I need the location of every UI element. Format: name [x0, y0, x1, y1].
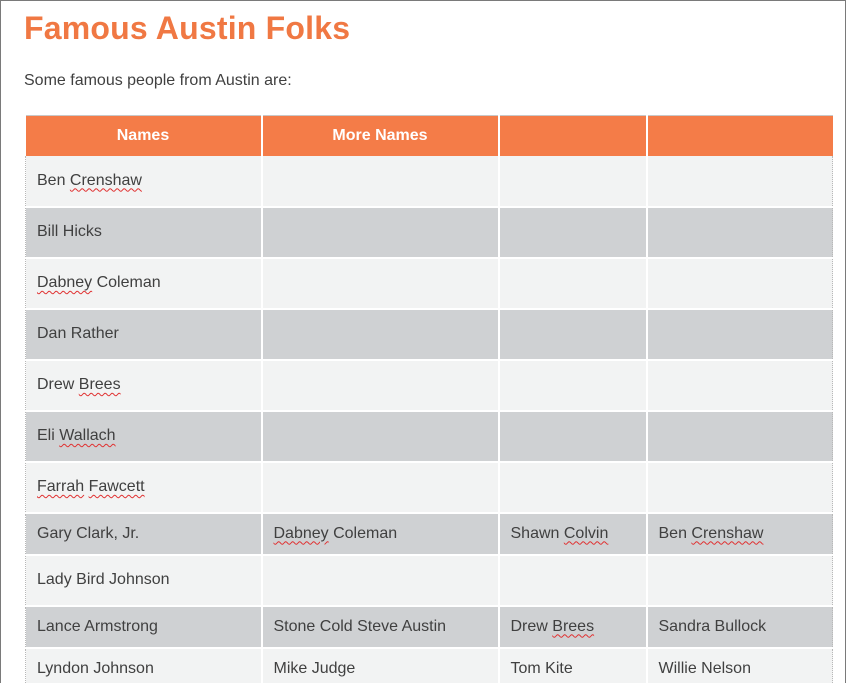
cell-text: Coleman: [329, 525, 397, 542]
table-row: Bill Hicks: [26, 207, 833, 258]
table-cell[interactable]: [262, 207, 499, 258]
table-cell[interactable]: [499, 411, 647, 462]
cell-text: Drew: [511, 618, 553, 635]
page-title: Famous Austin Folks: [24, 10, 350, 47]
table-cell[interactable]: [499, 309, 647, 360]
table-cell[interactable]: Willie Nelson: [647, 648, 833, 683]
table-cell[interactable]: [647, 156, 833, 207]
table-cell[interactable]: [499, 360, 647, 411]
spelling-flagged-word: Wallach: [59, 427, 115, 444]
table-cell[interactable]: [499, 555, 647, 606]
cell-text: Stone Cold Steve Austin: [274, 618, 447, 635]
table-cell[interactable]: Lady Bird Johnson: [26, 555, 262, 606]
table-cell[interactable]: [262, 156, 499, 207]
header-column-3: [499, 116, 647, 156]
cell-text: Shawn: [511, 525, 564, 542]
table-cell[interactable]: [262, 309, 499, 360]
table-cell[interactable]: Sandra Bullock: [647, 606, 833, 648]
table-header-row: Names More Names: [26, 116, 833, 156]
table-cell[interactable]: Dabney Coleman: [262, 513, 499, 555]
table-cell[interactable]: [262, 258, 499, 309]
table-row: Eli Wallach: [26, 411, 833, 462]
table-cell[interactable]: [647, 555, 833, 606]
document-page: Famous Austin Folks Some famous people f…: [0, 0, 846, 683]
header-more-names: More Names: [262, 116, 499, 156]
spelling-flagged-word: Farrah: [37, 478, 84, 495]
table-cell[interactable]: Ben Crenshaw: [647, 513, 833, 555]
cell-text: Eli: [37, 427, 59, 444]
table-row: Drew Brees: [26, 360, 833, 411]
table-row: Lance Armstrong Stone Cold Steve Austin Dr…: [26, 606, 833, 648]
table-body: Ben Crenshaw Bill Hicks Dabney Coleman Dan …: [26, 156, 833, 683]
spelling-flagged-word: Dabney: [37, 274, 92, 291]
spelling-flagged-word: Brees: [79, 376, 121, 393]
table-cell[interactable]: Dan Rather: [26, 309, 262, 360]
table-cell[interactable]: [499, 156, 647, 207]
table-cell[interactable]: [647, 462, 833, 513]
spelling-flagged-word: Fawcett: [89, 478, 145, 495]
cell-text: Ben: [659, 525, 692, 542]
table-cell[interactable]: Drew Brees: [26, 360, 262, 411]
table-cell[interactable]: Eli Wallach: [26, 411, 262, 462]
table-cell[interactable]: Drew Brees: [499, 606, 647, 648]
table-cell[interactable]: [647, 411, 833, 462]
table-cell[interactable]: Dabney Coleman: [26, 258, 262, 309]
table-cell[interactable]: Stone Cold Steve Austin: [262, 606, 499, 648]
table-cell[interactable]: Mike Judge: [262, 648, 499, 683]
table-cell[interactable]: [262, 360, 499, 411]
table-cell[interactable]: [499, 207, 647, 258]
table-cell[interactable]: Shawn Colvin: [499, 513, 647, 555]
table-cell[interactable]: Bill Hicks: [26, 207, 262, 258]
cell-text: Lance Armstrong: [37, 618, 158, 635]
table-row: Dabney Coleman: [26, 258, 833, 309]
table-cell[interactable]: [647, 207, 833, 258]
table-cell[interactable]: [262, 462, 499, 513]
table-cell[interactable]: Lance Armstrong: [26, 606, 262, 648]
table-cell[interactable]: Ben Crenshaw: [26, 156, 262, 207]
table-cell[interactable]: [262, 411, 499, 462]
cell-text: Drew: [37, 376, 79, 393]
table-cell[interactable]: [647, 309, 833, 360]
cell-text: Ben: [37, 172, 70, 189]
table-row: Gary Clark, Jr.Dabney ColemanShawn Colvi…: [26, 513, 833, 555]
cell-text: Willie Nelson: [659, 660, 751, 677]
cell-text: Tom Kite: [511, 660, 573, 677]
table-row: Lyndon Johnson Mike Judge Tom Kite Willie N…: [26, 648, 833, 683]
cell-text: Coleman: [92, 274, 160, 291]
header-names: Names: [26, 116, 262, 156]
cell-text: Mike Judge: [274, 660, 356, 677]
cell-text: Sandra Bullock: [659, 618, 767, 635]
cell-text: Bill Hicks: [37, 223, 102, 240]
table-cell[interactable]: Farrah Fawcett: [26, 462, 262, 513]
names-table: Names More Names Ben Crenshaw Bill Hicks D…: [25, 115, 833, 683]
table-cell[interactable]: [262, 555, 499, 606]
table-row: Lady Bird Johnson: [26, 555, 833, 606]
spelling-flagged-word: Dabney: [274, 525, 329, 542]
table-cell[interactable]: Gary Clark, Jr.: [26, 513, 262, 555]
spelling-flagged-word: Crenshaw: [70, 172, 142, 189]
table-row: Ben Crenshaw: [26, 156, 833, 207]
cell-text: Dan Rather: [37, 325, 119, 342]
spelling-flagged-word: Crenshaw: [691, 525, 763, 542]
spelling-flagged-word: Brees: [552, 618, 594, 635]
table-cell[interactable]: [647, 258, 833, 309]
table-cell[interactable]: Tom Kite: [499, 648, 647, 683]
table-cell[interactable]: [499, 462, 647, 513]
table-row: Farrah Fawcett: [26, 462, 833, 513]
cell-text: Gary Clark, Jr.: [37, 525, 139, 542]
table-cell[interactable]: [647, 360, 833, 411]
cell-text: Lyndon Johnson: [37, 660, 154, 677]
table-cell[interactable]: Lyndon Johnson: [26, 648, 262, 683]
table-row: Dan Rather: [26, 309, 833, 360]
table-cell[interactable]: [499, 258, 647, 309]
cell-text: Lady Bird Johnson: [37, 571, 170, 588]
header-column-4: [647, 116, 833, 156]
spelling-flagged-word: Colvin: [564, 525, 608, 542]
intro-paragraph: Some famous people from Austin are:: [24, 72, 292, 90]
